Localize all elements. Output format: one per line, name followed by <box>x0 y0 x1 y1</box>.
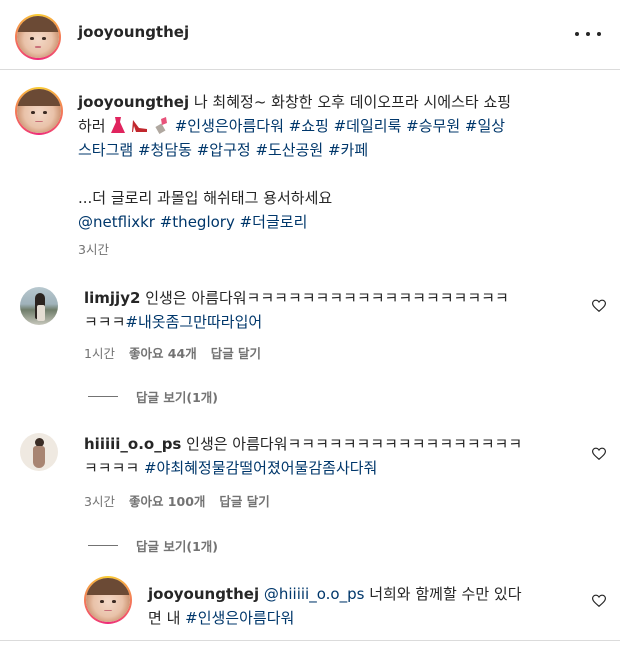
comment-time-2: 3시간 <box>84 494 115 509</box>
caption-tags[interactable]: @netflixkr #theglory #더글로리 <box>78 210 598 234</box>
like-heart-icon[interactable] <box>592 299 606 313</box>
comment-likes-1[interactable]: 좋아요 44개 <box>129 343 197 362</box>
reply-body-b: 면 내 <box>148 609 186 627</box>
heels-emoji <box>132 120 148 132</box>
comment-body-2: 인생은 아름다워ㅋㅋㅋㅋㅋㅋㅋㅋㅋㅋㅋㅋㅋㅋㅋㅋㅋ <box>181 435 523 453</box>
comment-body-1b: ㅋㅋㅋ <box>84 313 126 331</box>
comment-hashtag-1[interactable]: #내옷좀그만따라입어 <box>125 313 262 331</box>
comment-likes-2[interactable]: 좋아요 100개 <box>129 491 205 510</box>
comment-text-1: limjjy2 인생은 아름다워ㅋㅋㅋㅋㅋㅋㅋㅋㅋㅋㅋㅋㅋㅋㅋㅋㅋㅋㅋ ㅋㅋㅋ#… <box>84 286 568 334</box>
reply-button-1[interactable]: 답글 달기 <box>211 343 261 362</box>
caption-avatar[interactable] <box>15 87 63 135</box>
comment-body-1: 인생은 아름다워ㅋㅋㅋㅋㅋㅋㅋㅋㅋㅋㅋㅋㅋㅋㅋㅋㅋㅋㅋ <box>140 289 509 307</box>
caption-line-4: ...더 글로리 과몰입 해쉬태그 용서하세요 <box>78 189 333 207</box>
view-replies-label-2: 답글 보기(1개) <box>136 539 218 554</box>
comment-time-1: 1시간 <box>84 346 115 361</box>
header-username[interactable]: jooyoungthej <box>78 23 189 41</box>
view-replies-2[interactable]: 답글 보기(1개) <box>88 536 218 555</box>
reply-mention[interactable]: @hiiiii_o.o_ps <box>264 585 365 603</box>
caption-hashtags-1[interactable]: #인생은아름다워 #쇼핑 #데일리룩 #승무원 #일상 <box>175 117 505 135</box>
caption-text: 나 최혜정~ 화창한 오후 데이오프라 시에스타 쇼핑 <box>189 93 512 111</box>
comment-meta-1: 1시간 좋아요 44개 답글 달기 <box>84 343 261 362</box>
dress-emoji <box>111 117 126 133</box>
header-avatar[interactable] <box>15 14 61 60</box>
comment-body-2b: ㅋㅋㅋㅋ <box>84 459 144 477</box>
caption-username[interactable]: jooyoungthej <box>78 93 189 111</box>
comment-username-1[interactable]: limjjy2 <box>84 289 140 307</box>
comment-meta-2: 3시간 좋아요 100개 답글 달기 <box>84 491 270 510</box>
more-horizontal-icon[interactable] <box>575 24 601 44</box>
reply-username[interactable]: jooyoungthej <box>148 585 259 603</box>
caption: jooyoungthej 나 최혜정~ 화창한 오후 데이오프라 시에스타 쇼핑… <box>78 90 598 262</box>
view-replies-1[interactable]: 답글 보기(1개) <box>88 387 218 406</box>
caption-text-prefix: 하러 <box>78 117 106 135</box>
like-heart-icon[interactable] <box>592 594 606 608</box>
comment-text-2: hiiiii_o.o_ps 인생은 아름다워ㅋㅋㅋㅋㅋㅋㅋㅋㅋㅋㅋㅋㅋㅋㅋㅋㅋ … <box>84 432 568 480</box>
reply-hashtag[interactable]: #인생은아름다워 <box>185 609 294 627</box>
comment-avatar-limjjy2[interactable] <box>20 287 58 325</box>
comment-hashtag-2[interactable]: #야최혜정물감떨어졌어물감좀사다줘 <box>144 459 377 477</box>
caption-time: 3시간 <box>78 242 109 257</box>
divider <box>0 640 620 641</box>
caption-hashtags-2[interactable]: 스타그램 #청담동 #압구정 #도산공원 #카페 <box>78 138 598 162</box>
reply-body: 너희와 함께할 수만 있다 <box>364 585 522 603</box>
comment-avatar-hiiiii[interactable] <box>20 433 58 471</box>
reply-text: jooyoungthej @hiiiii_o.o_ps 너희와 함께할 수만 있… <box>148 582 572 630</box>
reply-avatar[interactable] <box>84 576 132 624</box>
reply-button-2[interactable]: 답글 달기 <box>219 491 269 510</box>
comment-username-2[interactable]: hiiiii_o.o_ps <box>84 435 181 453</box>
caption-line-2: 하러 #인생은아름다워 #쇼핑 #데일리룩 #승무원 #일상 <box>78 114 598 138</box>
post-header: jooyoungthej <box>0 0 620 70</box>
like-heart-icon[interactable] <box>592 447 606 461</box>
lipstick-emoji <box>155 117 167 134</box>
view-replies-label-1: 답글 보기(1개) <box>136 390 218 405</box>
caption-line-1: jooyoungthej 나 최혜정~ 화창한 오후 데이오프라 시에스타 쇼핑 <box>78 90 598 114</box>
